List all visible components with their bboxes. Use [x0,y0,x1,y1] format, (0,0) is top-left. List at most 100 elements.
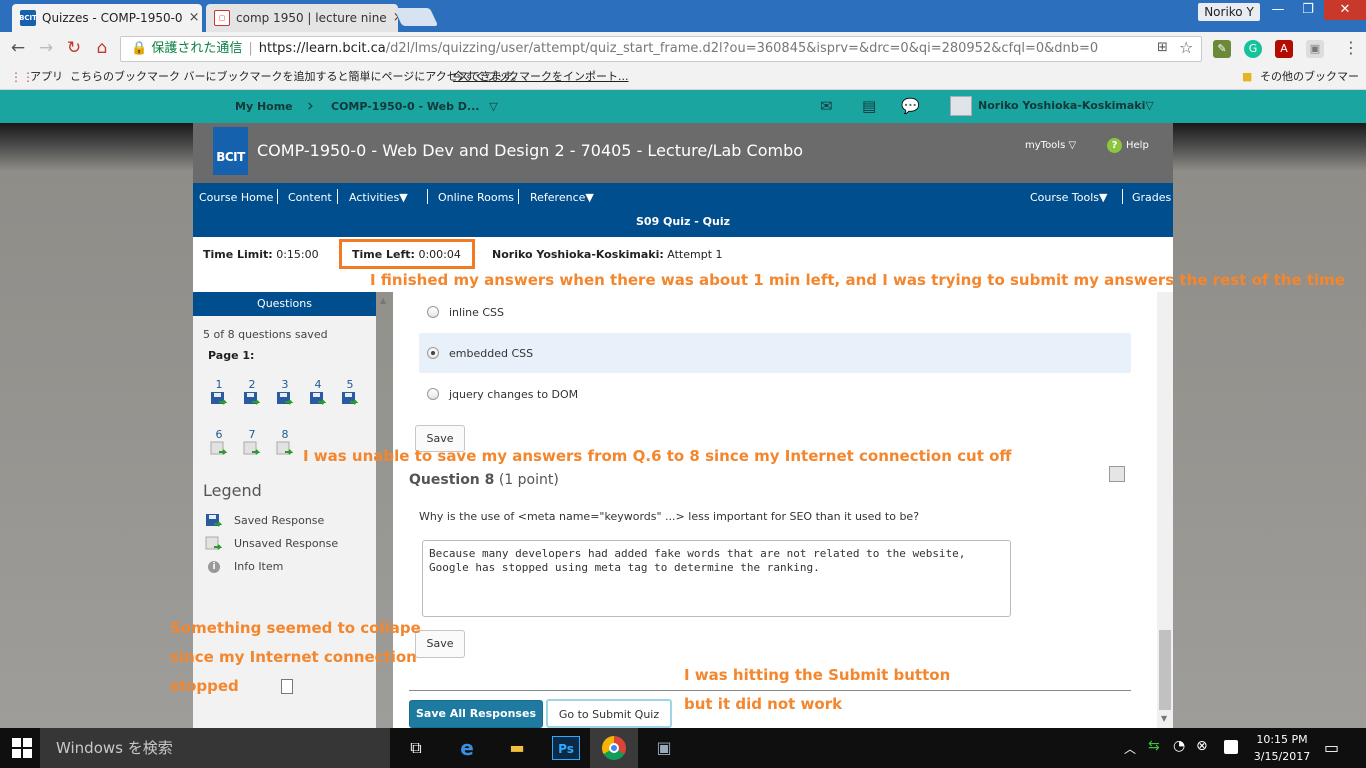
scroll-up-icon[interactable]: ▲ [380,296,386,305]
nav-divider [427,189,428,204]
question-link-4[interactable]: 4 [309,378,327,411]
nav-course-home[interactable]: Course Home [199,191,273,204]
edge-icon[interactable]: e [453,736,481,760]
pdf-icon[interactable]: A [1275,40,1293,58]
clock-date[interactable]: 3/15/2017 [1252,750,1312,763]
question-link-5[interactable]: 5 [341,378,359,411]
my-home-link[interactable]: My Home [235,100,293,113]
question-link-8[interactable]: 8 [276,428,294,461]
course-selector[interactable]: COMP-1950-0 - Web D... ▽ [331,100,498,113]
clock-time[interactable]: 10:15 PM [1252,733,1312,746]
action-center-icon[interactable]: ▭ [1324,738,1339,757]
nav-activities[interactable]: Activities▼ [349,191,408,204]
bcit-logo[interactable]: BCIT [213,127,248,175]
restore-button[interactable]: ❐ [1292,0,1324,20]
time-left-value: 0:00:04 [418,248,461,261]
ime-icon[interactable] [1224,740,1238,754]
save-all-responses-button[interactable]: Save All Responses [409,700,543,728]
footer-divider [409,690,1131,691]
question-link-6[interactable]: 6 [210,428,228,461]
mytools-label: myTools [1025,140,1066,151]
question-link-2[interactable]: 2 [243,378,261,411]
nav-content[interactable]: Content [288,191,332,204]
chat-alerts-icon[interactable]: 💬 [901,97,920,115]
reload-icon[interactable]: ↻ [64,38,84,58]
chevron-up-icon[interactable]: ︿ [1124,740,1136,757]
wifi-icon[interactable]: ◔ [1173,738,1185,754]
bookmarks-bar: ⋮⋮ アプリ こちらのブックマーク バーにブックマークを追加すると簡単にページに… [0,65,1366,107]
answer-option[interactable]: jquery changes to DOM [419,375,1131,413]
question-link-1[interactable]: 1 [210,378,228,411]
nav-reference[interactable]: Reference▼ [530,191,594,204]
windows-start-icon[interactable] [12,738,32,758]
file-explorer-icon[interactable]: ▬ [503,736,531,760]
back-icon[interactable]: ← [8,38,28,58]
go-to-submit-quiz-button[interactable]: Go to Submit Quiz [546,699,672,728]
scroll-down-icon[interactable]: ▼ [1161,714,1167,723]
mytools-menu[interactable]: myTools ▽ [1025,140,1076,151]
help-icon[interactable]: ? [1107,138,1122,153]
help-link[interactable]: Help [1126,140,1149,151]
task-view-icon[interactable]: ⧉ [402,736,430,760]
photoshop-icon[interactable]: Ps [552,736,580,760]
address-bar[interactable]: 🔒 保護された通信 | https://learn.bcit.ca/d2l/lms/… [120,36,1202,62]
message-alerts-icon[interactable]: ✉ [820,97,833,115]
chrome-icon[interactable] [602,736,626,760]
close-icon[interactable]: × [189,6,200,30]
minimize-button[interactable]: — [1262,0,1294,20]
network-app-icon[interactable]: ▣ [650,736,678,760]
user-menu[interactable]: Noriko Yoshioka-Koskimaki▽ [978,99,1154,112]
saved-response-icon [244,392,261,405]
apps-link[interactable]: アプリ [30,65,63,89]
nav-online-rooms[interactable]: Online Rooms [438,191,514,204]
mute-icon[interactable]: ⊗ [1196,738,1208,754]
scrollbar-thumb[interactable] [1159,630,1171,710]
forward-icon[interactable]: → [36,38,56,58]
profile-button[interactable]: Noriko Y [1198,3,1260,21]
legend-title: Legend [203,481,262,500]
tab-title: comp 1950 | lecture nine [236,11,387,25]
chevron-down-icon: ▼ [1099,191,1108,204]
saved-status: 5 of 8 questions saved [203,328,328,341]
answer-option[interactable]: inline CSS [419,293,1131,331]
answer-textarea[interactable]: Because many developers had added fake w… [422,540,1011,617]
save-q8-button[interactable]: Save [415,630,465,658]
tab-quizzes[interactable]: BCIT Quizzes - COMP-1950-0 × [12,4,202,32]
grammarly-icon[interactable]: G [1244,40,1262,58]
annotation-submit-line1: I was hitting the Submit button [684,666,951,684]
annotation-submit-line2: but it did not work [684,695,843,713]
question-link-7[interactable]: 7 [243,428,261,461]
extension-icon[interactable]: ▣ [1306,40,1324,58]
home-icon[interactable]: ⌂ [92,38,112,58]
user-name: Noriko Yoshioka-Koskimaki [978,99,1146,112]
course-navbar [193,183,1173,237]
chevron-right-icon: › [307,96,314,116]
radio-button-checked[interactable] [427,347,439,359]
menu-icon[interactable]: ⋮ [1343,38,1359,57]
question-number: 4 [314,378,322,391]
window-close-button[interactable]: ✕ [1324,0,1366,20]
radio-button[interactable] [427,306,439,318]
secure-label: 保護された通信 [151,41,243,56]
saved-response-icon [277,392,294,405]
update-alerts-icon[interactable]: ▤ [862,97,876,115]
import-bookmarks-link[interactable]: 今すぐブックマークをインポート... [453,65,629,89]
answer-option-selected[interactable]: embedded CSS [419,333,1131,373]
translate-icon[interactable]: ⊞ [1157,40,1168,55]
radio-button[interactable] [427,388,439,400]
lock-icon: 🔒 [131,41,148,56]
time-left: Time Left: 0:00:04 [352,248,461,261]
avatar[interactable] [950,96,972,116]
time-limit-value: 0:15:00 [276,248,319,261]
question-number: 5 [346,378,354,391]
nav-divider [1122,189,1123,204]
course-title[interactable]: COMP-1950-0 - Web Dev and Design 2 - 704… [257,141,803,160]
sync-icon[interactable]: ⇆ [1148,738,1160,754]
nav-grades[interactable]: Grades [1132,191,1171,204]
tab-lecture-nine[interactable]: ▢ comp 1950 | lecture nine × [206,4,398,32]
bookmark-star-icon[interactable]: ☆ [1179,38,1193,57]
question-link-3[interactable]: 3 [276,378,294,411]
taskbar-search[interactable]: Windows を検索 [40,728,390,768]
extension-icon[interactable]: ✎ [1213,40,1231,58]
nav-course-tools[interactable]: Course Tools▼ [1030,191,1107,204]
